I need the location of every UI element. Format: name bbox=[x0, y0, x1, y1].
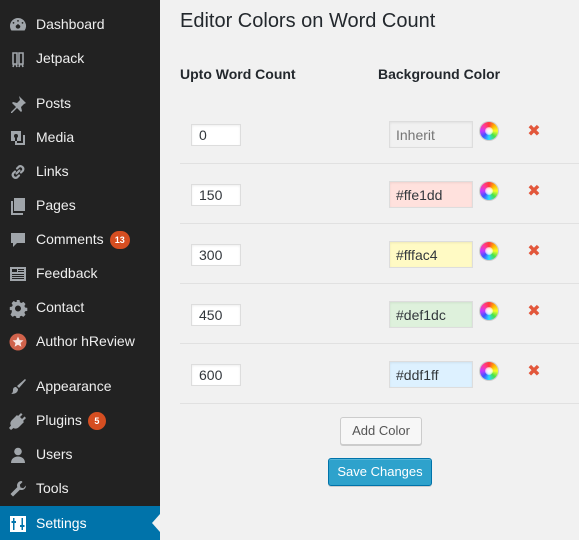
settings-icon bbox=[8, 514, 28, 534]
jetpack-icon bbox=[8, 49, 28, 69]
sidebar-item-label: Jetpack bbox=[36, 50, 85, 66]
sidebar-item-label: Author hReview bbox=[36, 333, 135, 349]
background-color-input[interactable] bbox=[389, 121, 473, 148]
sidebar-item-comments[interactable]: Comments 13 bbox=[0, 222, 160, 256]
color-wheel-icon[interactable] bbox=[480, 302, 498, 320]
media-icon bbox=[8, 128, 28, 148]
admin-sidebar: Dashboard Jetpack Posts Media Links Page… bbox=[0, 0, 160, 540]
color-wheel-icon[interactable] bbox=[480, 242, 498, 260]
sidebar-item-media[interactable]: Media bbox=[0, 120, 160, 154]
word-count-input[interactable] bbox=[191, 184, 241, 206]
comment-icon bbox=[8, 230, 28, 250]
sidebar-item-label: Plugins 5 bbox=[36, 412, 106, 430]
sidebar-item-links[interactable]: Links bbox=[0, 154, 160, 188]
remove-icon[interactable]: ✖ bbox=[526, 244, 542, 260]
page-title: Editor Colors on Word Count bbox=[180, 10, 436, 32]
color-rule-row: ✖ bbox=[180, 284, 579, 344]
user-icon bbox=[8, 445, 28, 465]
background-color-input[interactable] bbox=[389, 361, 473, 388]
remove-icon[interactable]: ✖ bbox=[526, 184, 542, 200]
sidebar-item-label: Comments 13 bbox=[36, 231, 130, 249]
color-rule-row: ✖ bbox=[180, 344, 579, 404]
gear-icon bbox=[8, 298, 28, 318]
sidebar-item-label: Appearance bbox=[36, 378, 112, 394]
sidebar-item-author-hreview[interactable]: Author hReview bbox=[0, 324, 160, 358]
sidebar-item-label: Pages bbox=[36, 197, 76, 213]
sidebar-item-feedback[interactable]: Feedback bbox=[0, 256, 160, 290]
sidebar-item-label: Posts bbox=[36, 95, 72, 111]
sidebar-item-settings[interactable]: Settings bbox=[0, 506, 160, 540]
save-changes-button[interactable]: Save Changes bbox=[328, 458, 432, 486]
plugin-update-badge: 5 bbox=[87, 412, 106, 430]
sidebar-item-label: Feedback bbox=[36, 265, 98, 281]
color-rule-row: ✖ bbox=[180, 104, 579, 164]
color-rule-row: ✖ bbox=[180, 224, 579, 284]
color-wheel-icon[interactable] bbox=[480, 362, 498, 380]
color-wheel-icon[interactable] bbox=[480, 122, 498, 140]
sidebar-item-label: Dashboard bbox=[36, 16, 105, 32]
plugin-icon bbox=[8, 411, 28, 431]
remove-icon[interactable]: ✖ bbox=[526, 124, 542, 140]
column-header-word-count: Upto Word Count bbox=[180, 66, 296, 82]
pages-icon bbox=[8, 196, 28, 216]
sidebar-item-posts[interactable]: Posts bbox=[0, 86, 160, 120]
word-count-input[interactable] bbox=[191, 364, 241, 386]
color-wheel-icon[interactable] bbox=[480, 182, 498, 200]
sidebar-item-dashboard[interactable]: Dashboard bbox=[0, 7, 160, 41]
sidebar-item-contact[interactable]: Contact bbox=[0, 290, 160, 324]
sidebar-item-label: Settings bbox=[36, 515, 87, 531]
background-color-input[interactable] bbox=[389, 181, 473, 208]
background-color-input[interactable] bbox=[389, 241, 473, 268]
background-color-input[interactable] bbox=[389, 301, 473, 328]
dashboard-icon bbox=[8, 15, 28, 35]
main-content: Editor Colors on Word Count Upto Word Co… bbox=[160, 0, 579, 540]
sidebar-item-tools[interactable]: Tools bbox=[0, 471, 160, 505]
sidebar-item-plugins[interactable]: Plugins 5 bbox=[0, 403, 160, 437]
word-count-input[interactable] bbox=[191, 124, 241, 146]
wrench-icon bbox=[8, 479, 28, 499]
feedback-icon bbox=[8, 264, 28, 284]
sidebar-item-label: Users bbox=[36, 446, 73, 462]
pushpin-icon bbox=[8, 94, 28, 114]
sidebar-item-label: Media bbox=[36, 129, 75, 145]
column-header-background-color: Background Color bbox=[378, 66, 501, 82]
sidebar-item-appearance[interactable]: Appearance bbox=[0, 369, 160, 403]
paintbrush-icon bbox=[8, 377, 28, 397]
comment-count-badge: 13 bbox=[109, 231, 130, 249]
add-color-button[interactable]: Add Color bbox=[340, 417, 422, 445]
sidebar-item-pages[interactable]: Pages bbox=[0, 188, 160, 222]
sidebar-item-label: Tools bbox=[36, 480, 69, 496]
word-count-input[interactable] bbox=[191, 304, 241, 326]
remove-icon[interactable]: ✖ bbox=[526, 304, 542, 320]
sidebar-item-jetpack[interactable]: Jetpack bbox=[0, 41, 160, 75]
sidebar-item-users[interactable]: Users bbox=[0, 437, 160, 471]
sidebar-item-text: Plugins bbox=[36, 412, 82, 428]
star-icon bbox=[8, 332, 28, 352]
sidebar-item-label: Links bbox=[36, 163, 69, 179]
link-icon bbox=[8, 162, 28, 182]
sidebar-item-label: Contact bbox=[36, 299, 85, 315]
sidebar-item-text: Comments bbox=[36, 231, 104, 247]
color-rule-row: ✖ bbox=[180, 164, 579, 224]
remove-icon[interactable]: ✖ bbox=[526, 364, 542, 380]
word-count-input[interactable] bbox=[191, 244, 241, 266]
